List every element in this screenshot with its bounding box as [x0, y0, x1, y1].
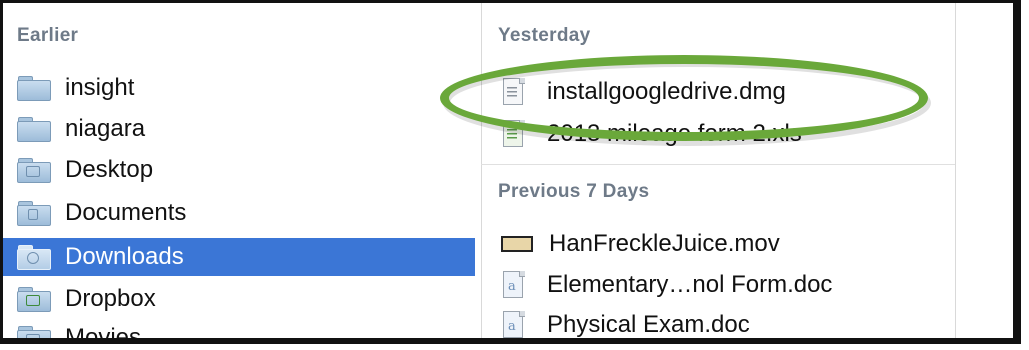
desktop-folder-icon: [17, 158, 51, 183]
file-item-label: Physical Exam.doc: [547, 311, 750, 338]
folder-item-label: Documents: [65, 199, 187, 226]
word-document-icon: a: [503, 271, 525, 299]
section-header-previous-7-days: Previous 7 Days: [498, 181, 650, 202]
movies-folder-icon: [17, 326, 51, 338]
file-item-elementary-form[interactable]: a Elementary…nol Form.doc: [491, 266, 951, 304]
folder-item-insight[interactable]: insight: [9, 69, 481, 107]
movie-file-icon: [501, 234, 535, 254]
downloads-folder-icon: [17, 245, 51, 270]
highlight-ring: [440, 55, 928, 141]
documents-folder-icon: [17, 201, 51, 226]
column-divider: [955, 3, 956, 338]
dropbox-folder-icon: [17, 287, 51, 312]
folder-item-dropbox[interactable]: Dropbox: [9, 280, 481, 318]
file-item-physical-exam[interactable]: a Physical Exam.doc: [491, 306, 951, 338]
folder-item-label: insight: [65, 74, 135, 101]
folder-item-desktop[interactable]: Desktop: [9, 151, 481, 189]
section-header-earlier: Earlier: [17, 25, 79, 46]
file-item-label: HanFreckleJuice.mov: [549, 230, 780, 257]
folder-item-niagara[interactable]: niagara: [9, 110, 481, 148]
word-document-icon: a: [503, 311, 525, 338]
folder-icon: [17, 117, 51, 142]
folder-icon: [17, 76, 51, 101]
section-header-yesterday: Yesterday: [498, 25, 591, 46]
section-divider: [481, 164, 955, 165]
folder-item-label: Downloads: [65, 243, 184, 270]
folder-item-downloads[interactable]: Downloads: [3, 238, 475, 276]
folder-item-label: Dropbox: [65, 285, 156, 312]
folder-item-movies[interactable]: Movies: [9, 319, 481, 344]
file-item-hanfrecklejuice[interactable]: HanFreckleJuice.mov: [491, 225, 951, 263]
finder-window: Earlier insight niagara Desktop Document…: [0, 0, 1021, 344]
folder-item-documents[interactable]: Documents: [9, 194, 481, 232]
file-item-label: Elementary…nol Form.doc: [547, 271, 833, 298]
folder-item-label: Desktop: [65, 156, 154, 183]
folder-item-label: Movies: [65, 324, 142, 344]
folder-item-label: niagara: [65, 115, 146, 142]
folder-column: Earlier insight niagara Desktop Document…: [3, 3, 478, 338]
